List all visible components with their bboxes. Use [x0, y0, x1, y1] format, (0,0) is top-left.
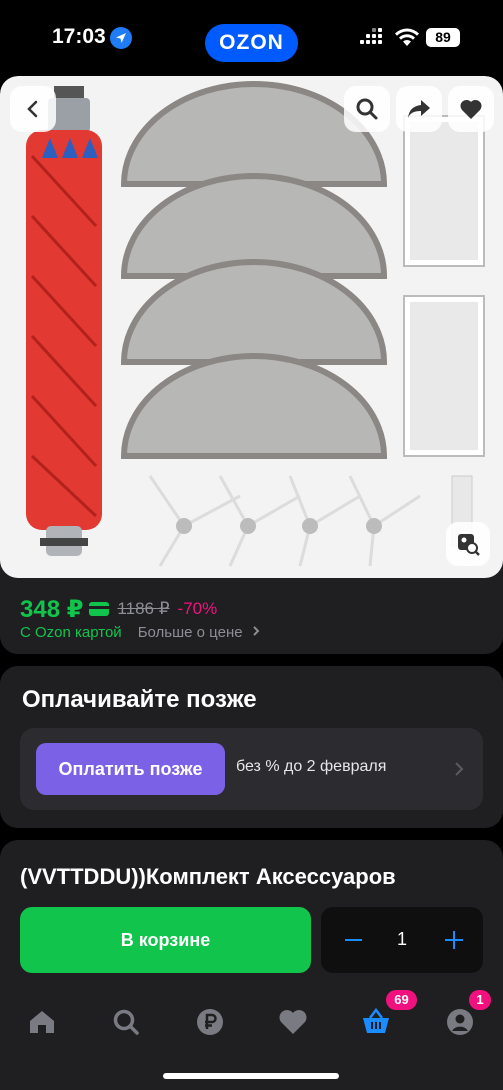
status-time: 17:03: [52, 25, 106, 48]
share-icon: [408, 100, 430, 118]
ozon-card-label: С Ozon картой: [20, 624, 122, 641]
search-icon: [113, 1009, 139, 1035]
chevron-right-icon: [455, 762, 464, 776]
signal-icon: [360, 28, 386, 48]
search-icon: [356, 98, 378, 120]
chevron-right-icon: [253, 626, 260, 636]
discount-badge: -70%: [177, 599, 218, 618]
share-button[interactable]: [396, 86, 442, 132]
profile-notification-badge: 1: [469, 990, 491, 1010]
battery-indicator: 89: [426, 28, 460, 47]
pay-later-card: Оплачивайте позже Оплатить позже без % д…: [0, 666, 503, 828]
home-icon: [30, 1011, 54, 1033]
quantity-stepper: 1: [321, 907, 483, 973]
back-button[interactable]: [10, 86, 56, 132]
price-row[interactable]: 348 ₽ 1186 ₽ -70%: [20, 594, 217, 624]
heart-icon: [460, 99, 482, 119]
nav-search[interactable]: [106, 1002, 146, 1042]
more-about-price-label: Больше о цене: [137, 624, 243, 641]
profile-icon: [447, 1009, 473, 1035]
search-button[interactable]: [344, 86, 390, 132]
ozon-logo: OZON: [205, 24, 298, 62]
wifi-icon: [395, 28, 419, 46]
pay-later-note: без % до 2 февраля: [236, 758, 387, 775]
nav-home[interactable]: [22, 1002, 62, 1042]
current-price: 348 ₽: [20, 595, 84, 623]
home-indicator: [163, 1073, 339, 1079]
favorite-button[interactable]: [448, 86, 494, 132]
status-bar: 17:03 OZON 89: [0, 0, 503, 76]
ruble-icon: [197, 1009, 223, 1035]
pay-later-box[interactable]: Оплатить позже без % до 2 февраля: [20, 728, 483, 810]
more-about-price-link[interactable]: Больше о цене: [138, 624, 261, 641]
ozon-card-icon: [89, 602, 110, 616]
nav-favorites[interactable]: [273, 1002, 313, 1042]
product-card: 348 ₽ 1186 ₽ -70% С Ozon картой Больше о…: [0, 76, 503, 654]
bottom-navigation: 69 1: [0, 990, 503, 1052]
increase-quantity-button[interactable]: [445, 931, 463, 949]
product-title: (VVTTDDU))Комплект Аксессуаров: [20, 864, 396, 889]
nav-finance[interactable]: [190, 1002, 230, 1042]
cart-count-badge: 69: [386, 990, 417, 1010]
product-illustration: [26, 81, 485, 567]
price-details: С Ozon картой Больше о цене: [20, 624, 261, 641]
pay-later-button[interactable]: Оплатить позже: [36, 743, 225, 795]
heart-icon: [279, 1010, 307, 1034]
product-actions-card: (VVTTDDU))Комплект Аксессуаров В корзине…: [0, 840, 503, 1090]
old-price: 1186 ₽: [117, 599, 170, 618]
pay-later-title: Оплачивайте позже: [22, 686, 257, 713]
in-cart-button[interactable]: В корзине: [20, 907, 311, 973]
location-icon: [110, 27, 132, 49]
cart-icon: [363, 1008, 389, 1033]
image-search-icon: [458, 534, 480, 556]
chevron-left-icon: [27, 100, 38, 118]
image-search-button[interactable]: [446, 522, 490, 566]
product-image[interactable]: [0, 76, 503, 578]
